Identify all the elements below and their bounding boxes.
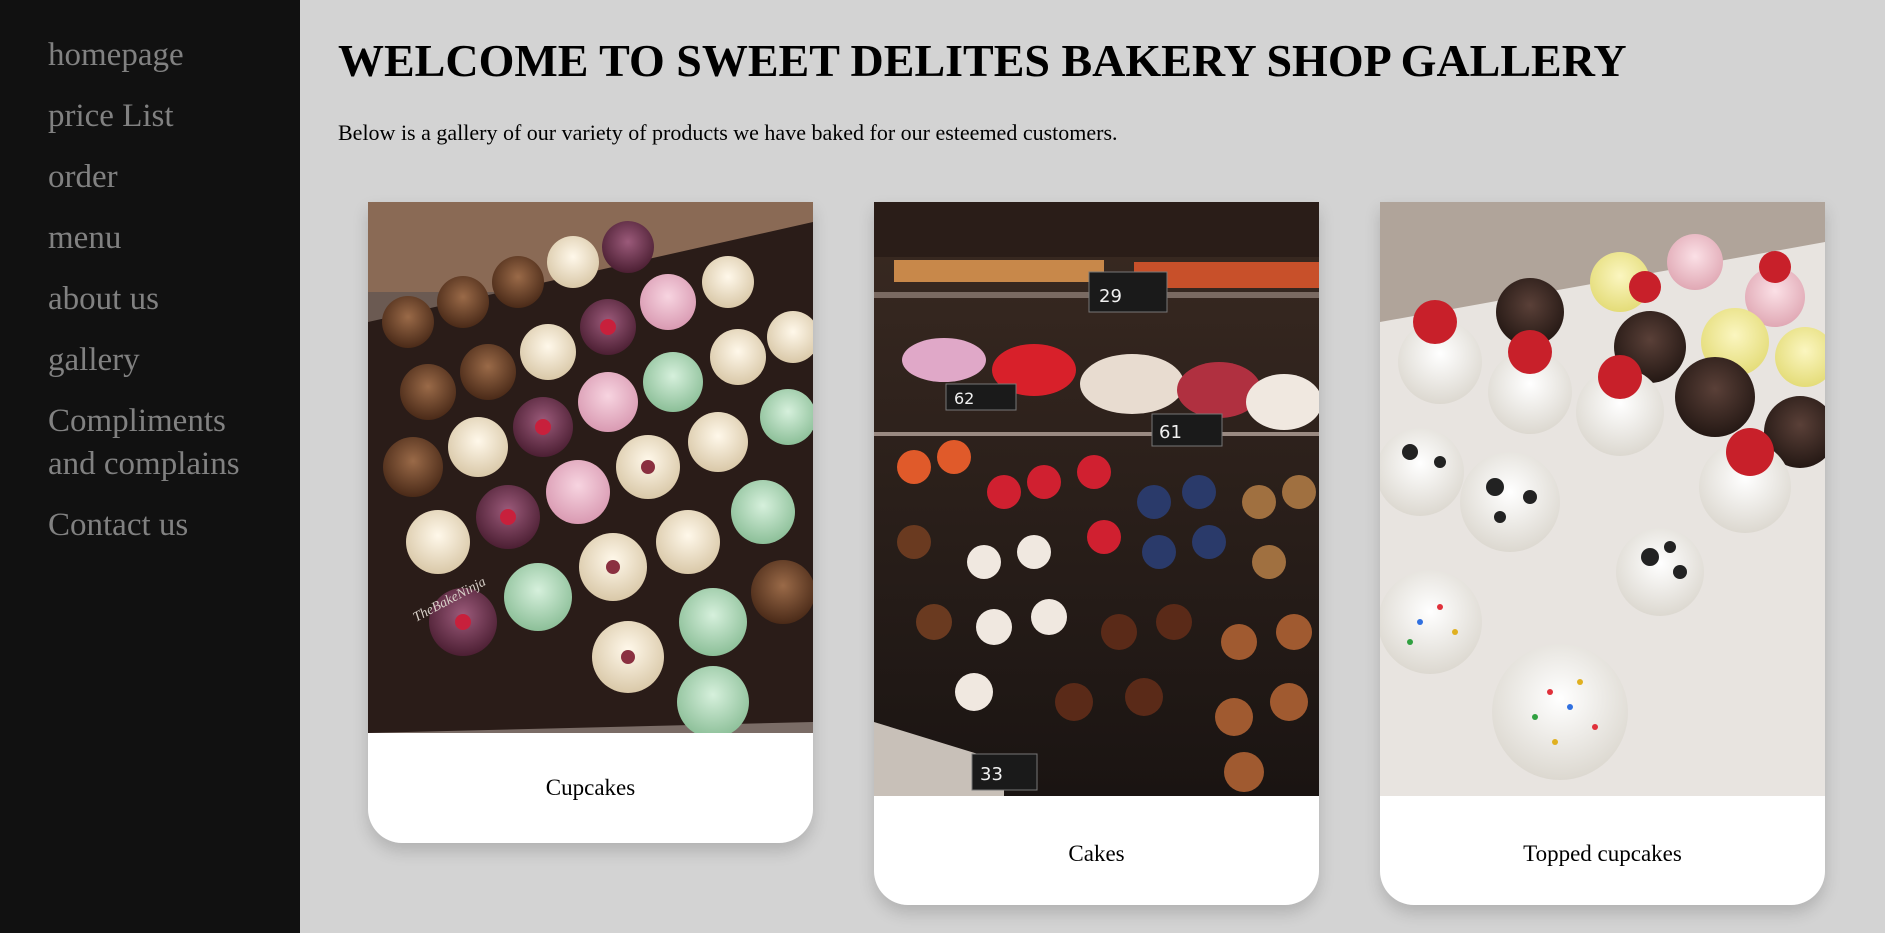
nav-item-gallery[interactable]: gallery (48, 339, 278, 382)
price-tag: 29 (1099, 286, 1122, 307)
card-caption: Topped cupcakes (1523, 841, 1682, 866)
nav-item-about-us[interactable]: about us (48, 278, 278, 321)
gallery-card-cakes[interactable]: 29 62 61 33 Cakes (874, 202, 1319, 905)
nav-item-order[interactable]: order (48, 156, 278, 199)
nav-item-compliments[interactable]: Compliments and complains (48, 400, 278, 486)
card-caption: Cakes (1068, 841, 1125, 866)
nav-list: homepage price List order menu about us … (0, 0, 300, 547)
price-tag: 61 (1159, 422, 1182, 443)
price-tag: 33 (980, 764, 1003, 785)
intro-text: Below is a gallery of our variety of pro… (338, 120, 1118, 145)
gallery-card-cupcakes[interactable]: TheBakeNinja Cupcakes (368, 202, 813, 843)
sidebar: homepage price List order menu about us … (0, 0, 300, 933)
price-tag: 62 (954, 389, 974, 408)
card-caption: Cupcakes (545, 775, 636, 800)
nav-item-contact-us[interactable]: Contact us (48, 504, 278, 547)
nav-item-menu[interactable]: menu (48, 217, 278, 260)
page-title: WELCOME TO SWEET DELITES BAKERY SHOP GAL… (338, 35, 1627, 86)
nav-item-price-list[interactable]: price List (48, 95, 278, 138)
main-content: WELCOME TO SWEET DELITES BAKERY SHOP GAL… (300, 0, 1885, 933)
cakes-image: 29 62 61 33 (874, 202, 1319, 796)
nav-item-homepage[interactable]: homepage (48, 34, 278, 77)
cupcakes-image: TheBakeNinja (368, 202, 813, 733)
topped-cupcakes-image (1380, 202, 1825, 796)
gallery-card-topped-cupcakes[interactable]: Topped cupcakes (1380, 202, 1825, 905)
